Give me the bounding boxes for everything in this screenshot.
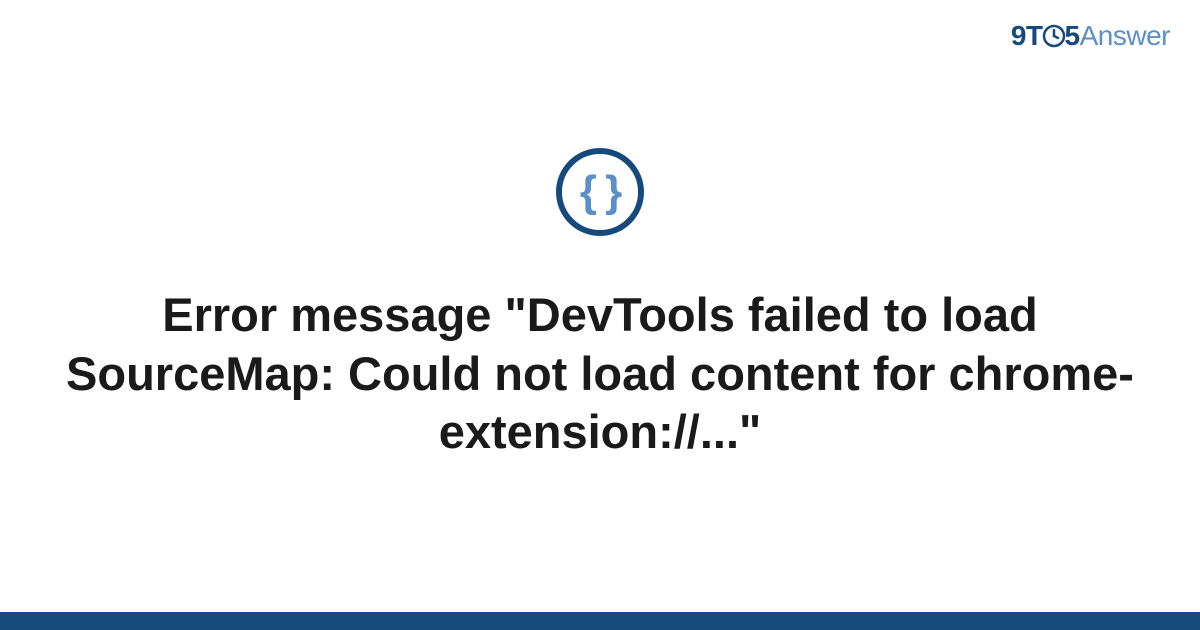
main-content: { } Error message "DevTools failed to lo… bbox=[0, 0, 1200, 630]
clock-icon bbox=[1042, 24, 1066, 48]
site-logo[interactable]: 9T 5Answer bbox=[1011, 20, 1170, 52]
page-title: Error message "DevTools failed to load S… bbox=[60, 286, 1140, 462]
logo-text-5: 5 bbox=[1065, 20, 1080, 51]
logo-text-answer: Answer bbox=[1080, 20, 1170, 51]
header: 9T 5Answer bbox=[1011, 20, 1170, 52]
code-braces-icon: { } bbox=[580, 170, 620, 214]
footer-bar bbox=[0, 612, 1200, 630]
category-icon-circle: { } bbox=[556, 148, 644, 236]
logo-text-9t: 9T bbox=[1011, 20, 1043, 51]
